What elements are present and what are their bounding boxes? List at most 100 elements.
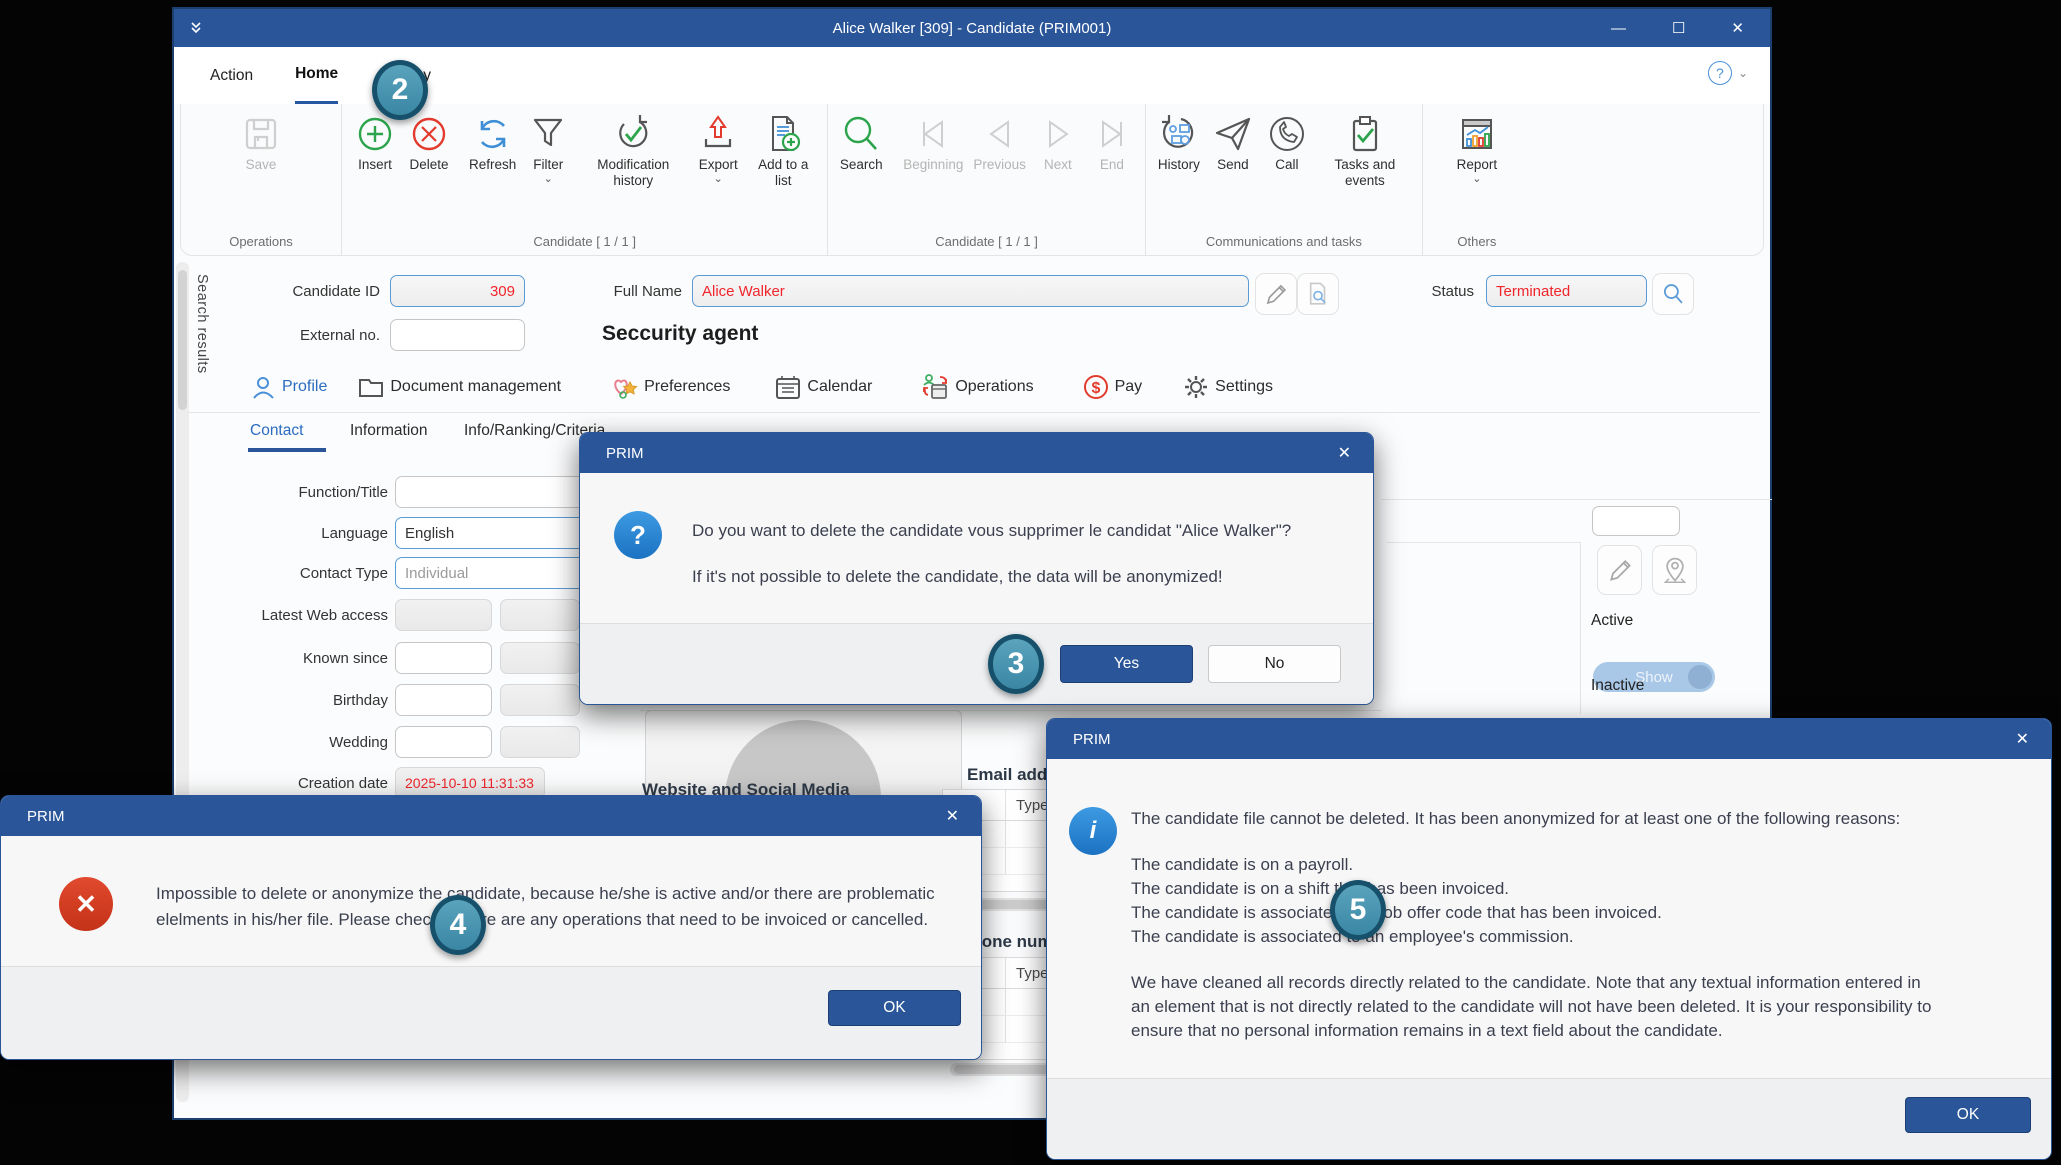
status-field[interactable]: Terminated [1486, 275, 1647, 307]
tab-operations[interactable]: Operations [920, 373, 1033, 401]
language-field[interactable]: English [395, 517, 610, 549]
dialog-title-bar: PRIM ✕ [1047, 719, 2051, 759]
wedding-label: Wedding [208, 734, 388, 751]
tab-settings[interactable]: Settings [1182, 373, 1273, 401]
status-search-button[interactable] [1652, 273, 1694, 315]
external-no-field[interactable] [390, 319, 525, 351]
save-button[interactable]: Save [234, 108, 288, 177]
active-label: Active [1591, 612, 1633, 630]
ribbon-group-others: Report ⌄ Others [1423, 104, 1531, 255]
folder-icon [357, 374, 385, 401]
history-button[interactable]: History [1152, 108, 1206, 177]
document-search-icon [1305, 281, 1331, 307]
search-results-tab[interactable]: Search results [194, 274, 210, 374]
send-button[interactable]: Send [1206, 108, 1260, 177]
full-name-field[interactable]: Alice Walker [692, 275, 1249, 307]
role-title: Seccurity agent [602, 322, 758, 346]
info-reason3: The candidate is associated to a job off… [1131, 903, 1662, 923]
heart-star-icon [609, 374, 639, 401]
gear-icon [1182, 373, 1210, 401]
minimize-button[interactable]: — [1611, 20, 1626, 37]
info-dialog: PRIM ✕ i The candidate file cannot be de… [1046, 718, 2052, 1160]
tab-calendar[interactable]: Calendar [774, 374, 872, 401]
location-pin-icon [1661, 556, 1689, 584]
delete-button[interactable]: Delete [402, 108, 456, 177]
info-intro: The candidate file cannot be deleted. It… [1131, 809, 1900, 829]
beginning-button[interactable]: Beginning [898, 108, 968, 177]
divider [1387, 542, 1580, 543]
filter-button[interactable]: Filter ⌄ [521, 108, 575, 187]
call-button[interactable]: Call [1260, 108, 1314, 177]
close-button[interactable]: ✕ [1731, 19, 1744, 37]
candidate-id-field[interactable]: 309 [390, 275, 525, 307]
tab-pay[interactable]: $ Pay [1082, 373, 1143, 401]
function-title-field[interactable] [395, 476, 610, 508]
next-icon [1036, 112, 1080, 156]
send-icon [1211, 112, 1255, 156]
chevron-down-icon: ⌄ [714, 175, 723, 183]
refresh-button[interactable]: Refresh [464, 108, 521, 177]
contact-type-field[interactable]: Individual [395, 557, 610, 589]
end-icon [1090, 112, 1134, 156]
search-button[interactable]: Search [834, 108, 888, 177]
ribbon-group-label: Communications and tasks [1152, 231, 1416, 255]
svg-text:$: $ [1091, 380, 1100, 397]
divider [1382, 499, 1772, 500]
creation-date-label: Creation date [208, 775, 388, 792]
preview-document-button[interactable] [1297, 273, 1339, 315]
dialog-title: PRIM [1073, 731, 1111, 748]
close-icon[interactable]: ✕ [1338, 433, 1351, 473]
wedding-extra-field [500, 726, 580, 758]
previous-button[interactable]: Previous [968, 108, 1031, 177]
latest-web-access-date-field [395, 599, 492, 631]
candidate-id-label: Candidate ID [234, 283, 380, 300]
tasks-events-button[interactable]: Tasks and events [1314, 108, 1416, 193]
close-icon[interactable]: ✕ [946, 796, 959, 836]
search-icon [1660, 281, 1686, 307]
pencil-icon [1263, 281, 1289, 307]
info-reason1: The candidate is on a payroll. [1131, 855, 1353, 875]
subtab-contact[interactable]: Contact [250, 422, 303, 440]
add-to-list-button[interactable]: Add to a list [745, 108, 821, 193]
report-button[interactable]: Report ⌄ [1450, 108, 1504, 187]
location-button[interactable] [1652, 545, 1697, 595]
next-button[interactable]: Next [1031, 108, 1085, 177]
menu-tab-home[interactable]: Home [295, 47, 338, 104]
chevron-down-icon[interactable]: ⌄ [1738, 66, 1748, 80]
info-icon: i [1069, 807, 1117, 855]
edit-name-button[interactable] [1255, 273, 1297, 315]
modification-history-button[interactable]: Modification history [575, 108, 691, 193]
help-icon[interactable]: ? [1708, 61, 1732, 85]
dialog-title: PRIM [27, 808, 65, 825]
operations-icon [920, 373, 950, 401]
toggle-knob [1688, 665, 1712, 689]
question-icon: ? [614, 511, 662, 559]
error-icon: ✕ [59, 877, 113, 931]
ok-button[interactable]: OK [828, 990, 961, 1026]
wedding-field[interactable] [395, 726, 492, 758]
dialog-title-bar: PRIM ✕ [1, 796, 981, 836]
window-title: Alice Walker [309] - Candidate (PRIM001) [174, 20, 1770, 37]
tab-document-management[interactable]: Document management [357, 374, 561, 401]
history-icon [1157, 112, 1201, 156]
ok-button[interactable]: OK [1905, 1097, 2031, 1133]
tab-preferences[interactable]: Preferences [609, 374, 730, 401]
export-button[interactable]: Export ⌄ [691, 108, 745, 187]
menu-tab-action[interactable]: Action [210, 47, 253, 104]
birthday-field[interactable] [395, 684, 492, 716]
modification-history-icon [611, 112, 655, 156]
maximize-button[interactable]: ☐ [1672, 19, 1685, 37]
edit-photo-button[interactable] [1597, 545, 1642, 595]
no-button[interactable]: No [1208, 645, 1341, 683]
yes-button[interactable]: Yes [1060, 645, 1193, 683]
known-since-field[interactable] [395, 642, 492, 674]
subtab-information[interactable]: Information [350, 422, 428, 440]
end-button[interactable]: End [1085, 108, 1139, 177]
divider [1580, 542, 1581, 714]
dialog-title-bar: PRIM ✕ [580, 433, 1373, 473]
close-icon[interactable]: ✕ [2016, 719, 2029, 759]
status-label: Status [1384, 283, 1474, 300]
right-panel-field[interactable] [1592, 506, 1680, 536]
confirm-line1: Do you want to delete the candidate vous… [692, 521, 1291, 541]
tab-profile[interactable]: Profile [250, 374, 327, 401]
